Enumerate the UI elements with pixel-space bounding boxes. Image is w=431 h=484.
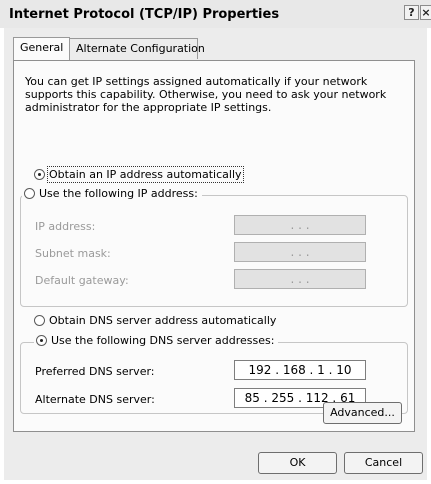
- ip-address-label: IP address:: [35, 220, 96, 233]
- preferred-dns-label: Preferred DNS server:: [35, 365, 155, 378]
- title-bar: Internet Protocol (TCP/IP) Properties ? …: [0, 0, 431, 28]
- subnet-mask-label: Subnet mask:: [35, 247, 111, 260]
- radio-icon: [24, 188, 35, 199]
- radio-label: Obtain an IP address automatically: [47, 166, 244, 183]
- ip-address-field[interactable]: . . .: [234, 215, 366, 235]
- close-button[interactable]: ×: [420, 5, 431, 20]
- radio-label: Obtain DNS server address automatically: [49, 314, 277, 327]
- cancel-button[interactable]: Cancel: [344, 452, 423, 474]
- radio-obtain-dns-auto[interactable]: Obtain DNS server address automatically: [34, 314, 276, 327]
- preferred-dns-field[interactable]: 192 . 168 . 1 . 10: [234, 360, 366, 380]
- advanced-button[interactable]: Advanced...: [323, 402, 402, 424]
- dialog-body: General Alternate Configuration You can …: [4, 28, 427, 480]
- tab-general[interactable]: General: [13, 37, 70, 60]
- ok-button[interactable]: OK: [258, 452, 337, 474]
- radio-obtain-ip-auto[interactable]: Obtain an IP address automatically: [34, 166, 244, 183]
- radio-icon: [34, 315, 45, 326]
- window-title: Internet Protocol (TCP/IP) Properties: [9, 7, 280, 22]
- radio-label: Use the following IP address:: [39, 187, 198, 200]
- help-button[interactable]: ?: [404, 5, 419, 20]
- radio-label: Use the following DNS server addresses:: [51, 334, 275, 347]
- radio-icon: [36, 335, 47, 346]
- description-text: You can get IP settings assigned automat…: [25, 75, 387, 114]
- subnet-mask-field[interactable]: . . .: [234, 242, 366, 262]
- tab-alternate-configuration[interactable]: Alternate Configuration: [70, 38, 205, 59]
- alternate-dns-label: Alternate DNS server:: [35, 393, 155, 406]
- radio-use-following-dns[interactable]: Use the following DNS server addresses:: [34, 334, 279, 347]
- general-panel: You can get IP settings assigned automat…: [13, 60, 415, 432]
- radio-use-following-ip[interactable]: Use the following IP address:: [22, 187, 202, 200]
- default-gateway-field[interactable]: . . .: [234, 269, 366, 289]
- default-gateway-label: Default gateway:: [35, 274, 129, 287]
- radio-icon: [34, 169, 45, 180]
